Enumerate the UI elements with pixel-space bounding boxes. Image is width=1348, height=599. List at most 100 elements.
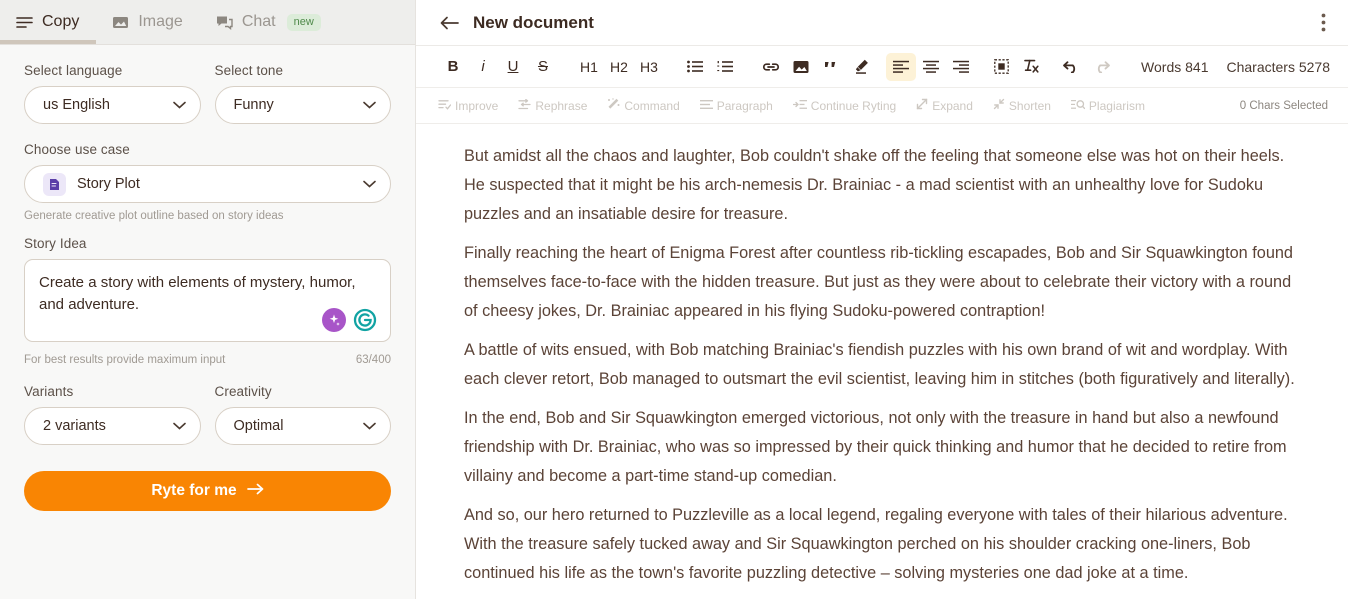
underline-button[interactable]: U xyxy=(498,53,528,81)
creativity-label: Creativity xyxy=(214,384,272,399)
language-select[interactable]: us English xyxy=(24,86,201,124)
continue-ryting-button[interactable]: Continue Ryting xyxy=(792,98,897,113)
tone-select[interactable]: Funny xyxy=(214,86,391,124)
select-all-button[interactable] xyxy=(986,53,1016,81)
editor-panel: New document B i U S H1 H2 H3 Words 841 … xyxy=(416,0,1348,599)
paragraph-button[interactable]: Paragraph xyxy=(699,99,773,113)
tab-image[interactable]: Image xyxy=(96,0,199,44)
use-case-select[interactable]: Story Plot xyxy=(24,165,391,203)
highlighter-button[interactable] xyxy=(846,53,876,81)
document-stats: Words 841 Characters 5278 xyxy=(1141,59,1334,75)
ryte-for-me-button[interactable]: Ryte for me xyxy=(24,471,391,511)
ai-label: Rephrase xyxy=(535,98,588,113)
tab-copy[interactable]: Copy xyxy=(0,0,97,44)
tab-label: Copy xyxy=(42,13,80,30)
improve-button[interactable]: Improve xyxy=(438,99,498,113)
format-toolbar: B i U S H1 H2 H3 Words 841 Characters 52… xyxy=(416,46,1348,88)
heading-3-button[interactable]: H3 xyxy=(634,53,664,81)
sparkle-icon[interactable] xyxy=(322,308,346,332)
improve-icon xyxy=(438,99,452,113)
image-icon xyxy=(112,15,129,30)
app-root: Copy Image Chat new Select language us E… xyxy=(0,0,1348,599)
new-badge: new xyxy=(286,13,321,31)
use-case-value: Story Plot xyxy=(77,176,140,192)
rephrase-icon xyxy=(518,98,532,113)
quote-button[interactable] xyxy=(816,53,846,81)
left-panel: Copy Image Chat new Select language us E… xyxy=(0,0,416,599)
sidebar-form: Select language us English Select tone F… xyxy=(0,45,415,599)
plagiarism-icon xyxy=(1070,99,1086,113)
paragraph-icon xyxy=(699,99,713,113)
tab-bar: Copy Image Chat new xyxy=(0,0,415,45)
chat-icon xyxy=(216,15,233,30)
shorten-icon xyxy=(993,98,1005,113)
language-value: us English xyxy=(43,97,110,113)
rephrase-button[interactable]: Rephrase xyxy=(518,98,588,113)
use-case-label: Choose use case xyxy=(24,142,130,157)
ai-label: Shorten xyxy=(1008,98,1051,113)
align-left-button[interactable] xyxy=(886,52,916,81)
variants-label: Variants xyxy=(24,384,74,399)
creativity-select[interactable]: Optimal xyxy=(214,407,391,445)
tab-label: Chat xyxy=(241,13,276,30)
grammarly-icon[interactable] xyxy=(353,308,377,332)
story-idea-footer: For best results provide maximum input 6… xyxy=(24,354,391,366)
link-button[interactable] xyxy=(756,53,786,81)
tab-label: Image xyxy=(138,13,183,30)
redo-button[interactable] xyxy=(1086,53,1116,81)
more-options-icon[interactable] xyxy=(1317,9,1330,36)
variants-select[interactable]: 2 variants xyxy=(24,407,201,445)
command-button[interactable]: Command xyxy=(607,98,680,113)
image-button[interactable] xyxy=(786,53,816,81)
tab-chat[interactable]: Chat new xyxy=(200,0,338,44)
italic-button[interactable]: i xyxy=(468,53,498,81)
back-arrow-icon[interactable] xyxy=(440,16,459,30)
shorten-button[interactable]: Shorten xyxy=(993,98,1051,113)
use-case-field: Choose use case Story Plot Generate crea… xyxy=(24,142,391,222)
lines-icon xyxy=(16,16,33,29)
clear-format-button[interactable] xyxy=(1016,53,1046,81)
story-idea-label: Story Idea xyxy=(24,236,87,251)
align-right-button[interactable] xyxy=(946,53,976,81)
ai-label: Plagiarism xyxy=(1088,98,1145,113)
heading-1-button[interactable]: H1 xyxy=(574,53,604,81)
magic-wand-icon xyxy=(607,98,620,113)
variants-creativity-row: Variants 2 variants Creativity Optimal xyxy=(24,384,391,445)
use-case-helper: Generate creative plot outline based on … xyxy=(24,210,284,222)
document-paragraph: But amidst all the chaos and laughter, B… xyxy=(464,147,1285,223)
strikethrough-button[interactable]: S xyxy=(528,53,558,81)
document-paragraph: In the end, Bob and Sir Squawkington eme… xyxy=(464,409,1287,485)
document-body[interactable]: But amidst all the chaos and laughter, B… xyxy=(416,124,1348,599)
document-paragraph: A battle of wits ensued, with Bob matchi… xyxy=(464,341,1295,388)
arrow-right-icon xyxy=(246,482,264,500)
page-title: New document xyxy=(473,12,594,32)
story-plot-icon xyxy=(43,172,66,196)
expand-button[interactable]: Expand xyxy=(916,98,973,113)
chevron-down-icon xyxy=(363,101,376,109)
story-idea-helper: For best results provide maximum input xyxy=(24,354,226,366)
plagiarism-button[interactable]: Plagiarism xyxy=(1070,98,1145,113)
character-count: Characters 5278 xyxy=(1226,58,1330,75)
creativity-field: Creativity Optimal xyxy=(214,384,391,445)
language-tone-row: Select language us English Select tone F… xyxy=(24,63,391,124)
story-idea-field: Story Idea For best results provide maxi… xyxy=(24,236,391,366)
chevron-down-icon xyxy=(172,422,186,430)
numbered-list-button[interactable] xyxy=(710,53,740,81)
tone-field: Select tone Funny xyxy=(214,63,391,124)
tone-value: Funny xyxy=(233,97,274,113)
bold-button[interactable]: B xyxy=(438,53,468,81)
align-center-button[interactable] xyxy=(916,53,946,81)
language-field: Select language us English xyxy=(24,63,201,124)
chevron-down-icon xyxy=(363,180,376,188)
undo-button[interactable] xyxy=(1056,53,1086,81)
story-idea-counter: 63/400 xyxy=(355,354,391,366)
ai-label: Continue Ryting xyxy=(810,98,897,113)
tone-label: Select tone xyxy=(214,63,284,78)
continue-icon xyxy=(792,99,807,113)
ryte-for-me-label: Ryte for me xyxy=(151,482,237,499)
heading-2-button[interactable]: H2 xyxy=(604,53,634,81)
ai-label: Expand xyxy=(932,98,973,113)
document-header: New document xyxy=(416,0,1348,46)
ai-actions-toolbar: Improve Rephrase Command Paragraph Conti… xyxy=(416,88,1348,124)
bullet-list-button[interactable] xyxy=(680,53,710,81)
